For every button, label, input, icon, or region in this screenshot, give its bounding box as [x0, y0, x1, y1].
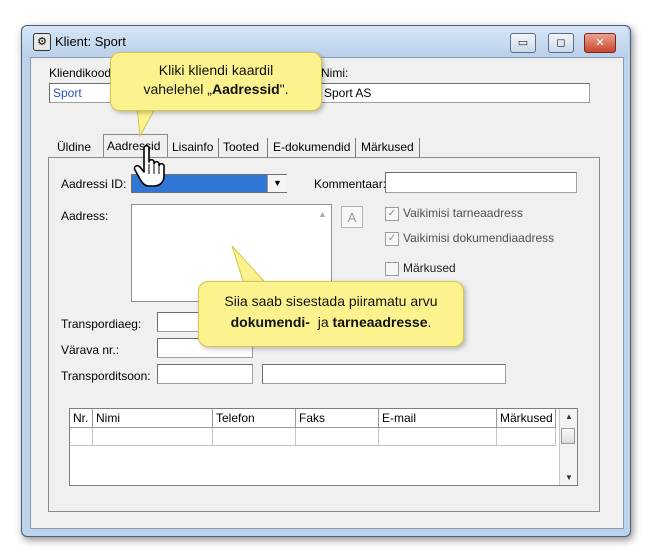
- app-icon: ⚙: [33, 33, 51, 51]
- tab-lisainfo[interactable]: Lisainfo: [169, 138, 219, 157]
- default-document-label: Vaikimisi dokumendiaadress: [403, 231, 555, 245]
- name-input[interactable]: Sport AS: [320, 83, 590, 103]
- comment-label: Kommentaar:: [314, 177, 387, 191]
- gate-label: Värava nr.:: [61, 343, 120, 357]
- address-id-label: Aadressi ID:: [61, 177, 127, 191]
- close-button[interactable]: ✕: [584, 33, 616, 53]
- callout-bottom-line1: Siia saab sisestada piiramatu arvu: [224, 293, 438, 309]
- name-label: Nimi:: [321, 66, 349, 80]
- grid-cell[interactable]: [497, 428, 556, 446]
- transport-zone-name-input[interactable]: [262, 364, 506, 384]
- tab-tooted[interactable]: Tooted: [220, 138, 268, 157]
- grid-header-nr[interactable]: Nr.: [70, 409, 93, 428]
- scroll-up-icon[interactable]: ▲: [565, 412, 573, 421]
- maximize-button[interactable]: ◻: [548, 33, 574, 53]
- hand-cursor-icon: [133, 144, 165, 187]
- dropdown-arrow-icon[interactable]: ▼: [267, 175, 287, 192]
- minimize-button[interactable]: ▭: [510, 33, 536, 53]
- grid-cell[interactable]: [70, 428, 93, 446]
- grid-header-telefon[interactable]: Telefon: [213, 409, 296, 428]
- grid-cell[interactable]: [213, 428, 296, 446]
- client-code-label: Kliendikood: [49, 66, 112, 80]
- transport-zone-label: Transporditsoon:: [61, 369, 151, 383]
- tab-e-dokumendid[interactable]: E-dokumendid: [270, 138, 356, 157]
- callout-bottom-line2: dokumendi- ja tarneaadresse.: [230, 314, 432, 330]
- grid-header-nimi[interactable]: Nimi: [93, 409, 213, 428]
- notes-checkbox[interactable]: [385, 262, 399, 276]
- default-delivery-label: Vaikimisi tarneaadress: [403, 206, 523, 220]
- scroll-up-icon[interactable]: ▲: [318, 209, 327, 219]
- window-title: Klient: Sport: [55, 34, 126, 49]
- transport-zone-code-input[interactable]: [157, 364, 253, 384]
- transport-days-label: Transpordiaeg:: [61, 317, 142, 331]
- callout-top: Kliki kliendi kaardil vahelehel „Aadress…: [110, 52, 322, 111]
- grid-scroll-thumb[interactable]: [561, 428, 575, 444]
- address-label: Aadress:: [61, 209, 109, 223]
- callout-bottom: Siia saab sisestada piiramatu arvu dokum…: [198, 281, 464, 347]
- default-document-checkbox[interactable]: ✓: [385, 232, 399, 246]
- tab-markused[interactable]: Märkused: [358, 138, 420, 157]
- grid-header-faks[interactable]: Faks: [296, 409, 379, 428]
- grid-cell[interactable]: [93, 428, 213, 446]
- grid-header-email[interactable]: E-mail: [379, 409, 497, 428]
- client-code-input[interactable]: Sport: [49, 83, 111, 103]
- callout-top-line2: vahelehel „Aadressid".: [143, 81, 289, 97]
- tab-uldine[interactable]: Üldine: [54, 138, 104, 157]
- callout-top-line1: Kliki kliendi kaardil: [158, 62, 274, 78]
- grid-header-markused[interactable]: Märkused: [497, 409, 556, 428]
- grid-cell[interactable]: [296, 428, 379, 446]
- a-button[interactable]: A: [341, 206, 363, 228]
- default-delivery-checkbox[interactable]: ✓: [385, 207, 399, 221]
- scroll-down-icon[interactable]: ▼: [565, 473, 573, 482]
- grid-cell[interactable]: [379, 428, 497, 446]
- comment-input[interactable]: [385, 172, 577, 193]
- notes-label: Märkused: [403, 261, 456, 275]
